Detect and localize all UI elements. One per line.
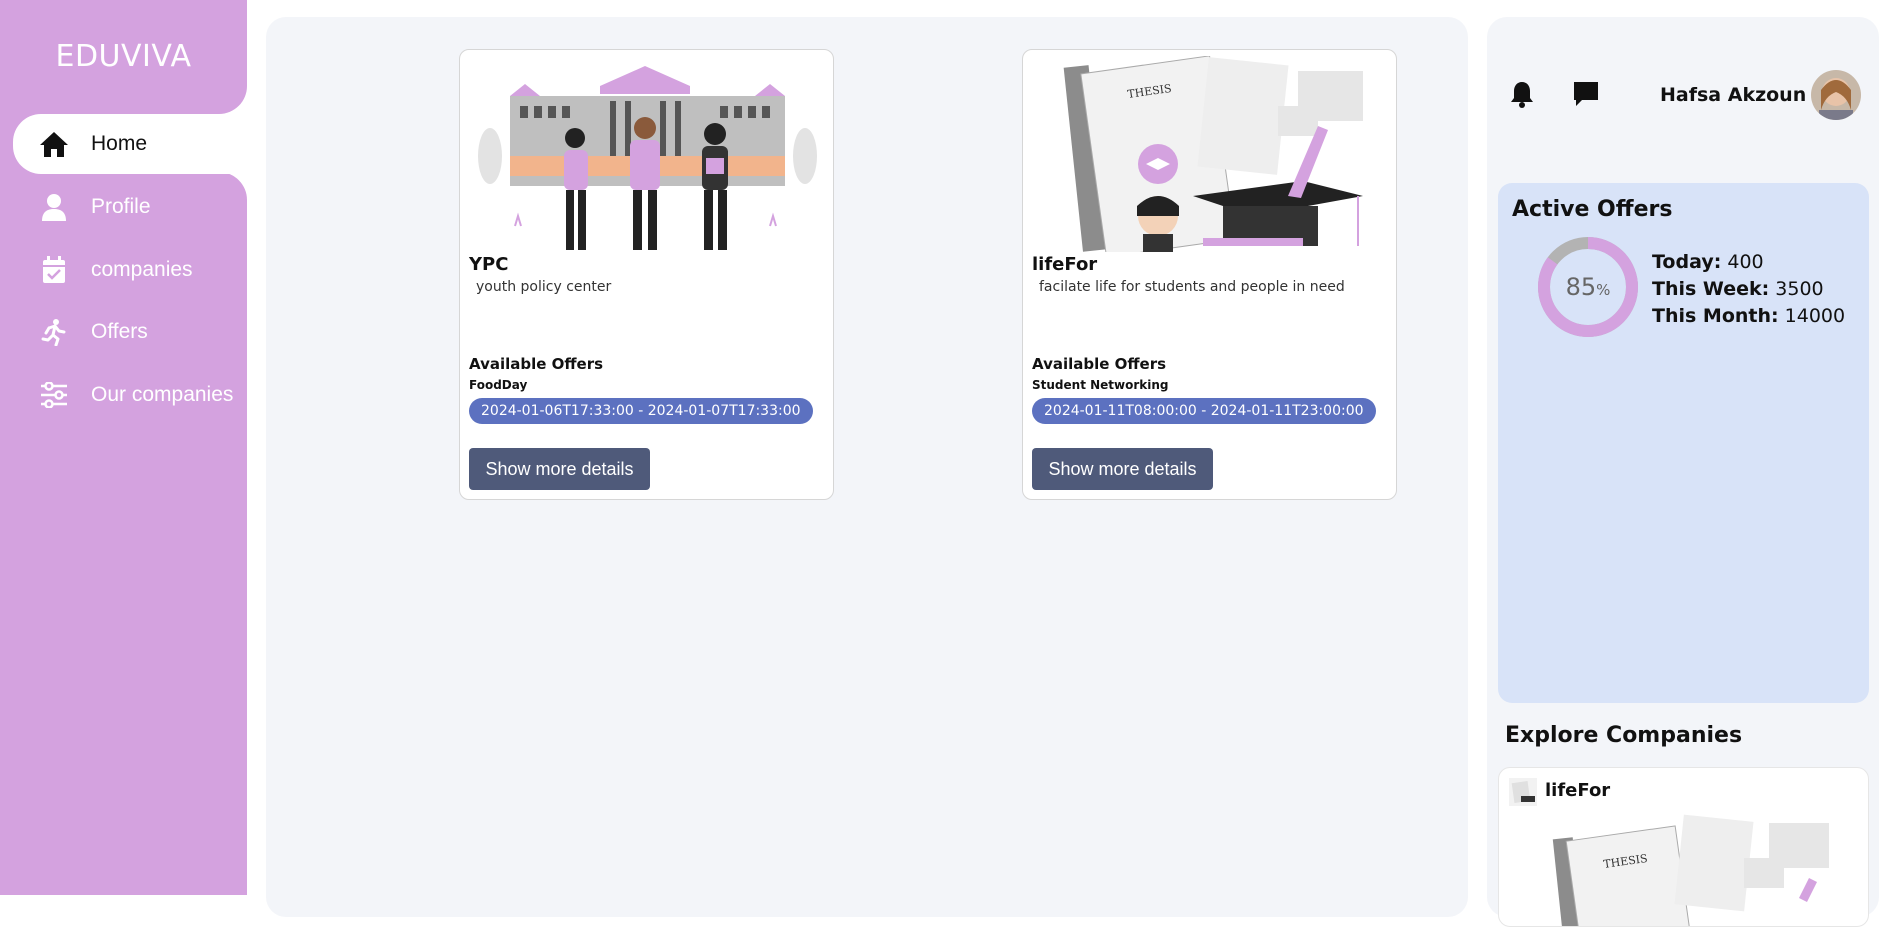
right-panel: Hafsa Akzoun Active Offers 85% Today: 40…: [1487, 17, 1879, 927]
user-icon: [39, 192, 69, 222]
sliders-icon: [39, 380, 69, 410]
thesis-graduation-illustration: THESIS: [1529, 808, 1839, 926]
sidebar-item-label: Offers: [91, 320, 148, 343]
offers-heading: Available Offers: [1032, 355, 1167, 373]
card-description: facilate life for students and people in…: [1039, 279, 1345, 295]
home-icon: [39, 129, 69, 159]
company-logo: [1509, 778, 1537, 806]
active-offers-donut: 85%: [1536, 235, 1640, 339]
offers-heading: Available Offers: [469, 355, 604, 373]
stat-label-month: This Month:: [1652, 305, 1779, 327]
sidebar-item-label: companies: [91, 258, 193, 281]
university-students-illustration: [470, 56, 825, 252]
sidebar-item-label: Our companies: [91, 383, 234, 406]
donut-percent: 85: [1565, 273, 1597, 301]
active-offers-panel: Active Offers 85% Today: 400 This Week: …: [1498, 183, 1869, 703]
card-description: youth policy center: [476, 279, 612, 295]
stat-label-today: Today:: [1652, 251, 1722, 273]
stat-value-week: 3500: [1775, 278, 1824, 300]
sidebar-item-offers[interactable]: Offers: [13, 302, 247, 362]
show-more-details-button[interactable]: Show more details: [469, 448, 650, 490]
stat-label-week: This Week:: [1652, 278, 1770, 300]
sidebar-item-label: Home: [91, 132, 148, 155]
show-more-details-button[interactable]: Show more details: [1032, 448, 1213, 490]
donut-percent-unit: %: [1596, 281, 1611, 299]
company-name: lifeFor: [1545, 780, 1611, 801]
company-card-ypc: YPC youth policy center Available Offers…: [459, 49, 834, 500]
sidebar-item-profile[interactable]: Profile: [13, 177, 247, 237]
avatar[interactable]: [1811, 70, 1861, 120]
company-card-lifefor: THESIS lifeFor facilate life for student…: [1022, 49, 1397, 500]
sidebar-item-companies[interactable]: companies: [13, 240, 247, 300]
thesis-graduation-illustration: THESIS: [1033, 55, 1388, 258]
offer-date-badge: 2024-01-06T17:33:00 - 2024-01-07T17:33:0…: [469, 398, 813, 424]
user-name[interactable]: Hafsa Akzoun: [1660, 84, 1806, 106]
card-title: lifeFor: [1032, 254, 1098, 275]
explore-companies-title: Explore Companies: [1505, 723, 1743, 748]
explore-company-card[interactable]: lifeFor THESIS: [1498, 767, 1869, 927]
main-content: YPC youth policy center Available Offers…: [266, 17, 1468, 917]
sidebar-item-our-companies[interactable]: Our companies: [13, 365, 247, 425]
sidebar-item-label: Profile: [91, 195, 151, 218]
active-offers-stats: Today: 400 This Week: 3500 This Month: 1…: [1652, 249, 1845, 330]
stat-value-month: 14000: [1784, 305, 1846, 327]
stat-value-today: 400: [1727, 251, 1764, 273]
offer-name: Student Networking: [1032, 378, 1169, 392]
chat-icon[interactable]: [1571, 79, 1601, 109]
card-title: YPC: [469, 254, 509, 275]
offer-date-badge: 2024-01-11T08:00:00 - 2024-01-11T23:00:0…: [1032, 398, 1376, 424]
offer-name: FoodDay: [469, 378, 528, 392]
calendar-check-icon: [39, 255, 69, 285]
bell-icon[interactable]: [1507, 79, 1537, 109]
running-person-icon: [39, 317, 69, 347]
sidebar-item-home[interactable]: Home: [13, 114, 247, 174]
sidebar: EDUVIVA Home Profile companies Offers Ou…: [0, 0, 247, 895]
active-offers-title: Active Offers: [1512, 197, 1673, 222]
